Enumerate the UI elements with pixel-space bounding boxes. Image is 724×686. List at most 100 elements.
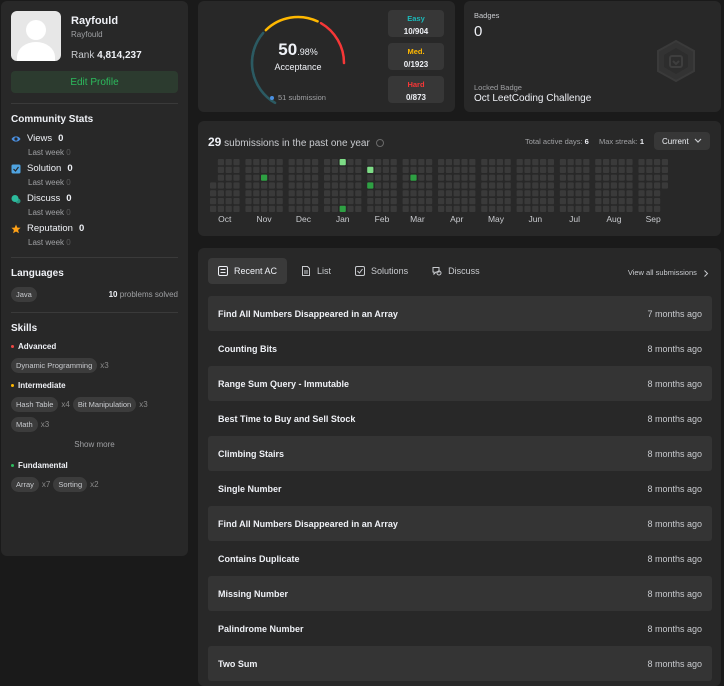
heatmap-cell[interactable] (375, 198, 382, 205)
heatmap-cell[interactable] (233, 159, 240, 166)
heatmap-cell[interactable] (331, 205, 338, 212)
heatmap-cell[interactable] (410, 198, 417, 205)
heatmap-cell[interactable] (355, 198, 362, 205)
skill-tag[interactable]: Bit Manipulation (72, 397, 137, 412)
heatmap-cell[interactable] (347, 198, 354, 205)
heatmap-cell[interactable] (469, 190, 476, 197)
heatmap-cell[interactable] (583, 190, 590, 197)
heatmap-cell[interactable] (618, 166, 625, 173)
heatmap-cell[interactable] (575, 174, 582, 181)
heatmap-cell[interactable] (540, 182, 547, 189)
heatmap-cell[interactable] (618, 190, 625, 197)
heatmap-cell[interactable] (347, 205, 354, 212)
problem-title[interactable]: Range Sum Query - Immutable (218, 379, 349, 389)
heatmap-cell[interactable] (575, 198, 582, 205)
heatmap-cell[interactable] (324, 166, 331, 173)
heatmap-cell[interactable] (225, 198, 232, 205)
heatmap-cell[interactable] (626, 159, 633, 166)
heatmap-cell[interactable] (496, 159, 503, 166)
heatmap-cell[interactable] (296, 190, 303, 197)
heatmap-cell[interactable] (583, 159, 590, 166)
heatmap-cell[interactable] (288, 166, 295, 173)
heatmap-cell[interactable] (312, 190, 319, 197)
heatmap-cell[interactable] (261, 159, 268, 166)
heatmap-cell[interactable] (410, 159, 417, 166)
heatmap-cell[interactable] (453, 166, 460, 173)
problem-title[interactable]: Best Time to Buy and Sell Stock (218, 414, 355, 424)
heatmap-cell[interactable] (324, 174, 331, 181)
heatmap-cell[interactable] (355, 166, 362, 173)
heatmap-cell[interactable] (296, 166, 303, 173)
heatmap-cell[interactable] (268, 182, 275, 189)
info-icon[interactable] (375, 139, 384, 148)
heatmap-cell[interactable] (547, 174, 554, 181)
heatmap-cell[interactable] (453, 205, 460, 212)
heatmap-cell[interactable] (524, 174, 531, 181)
heatmap-cell[interactable] (375, 205, 382, 212)
heatmap-cell[interactable] (496, 190, 503, 197)
heatmap-cell[interactable] (418, 159, 425, 166)
heatmap-cell[interactable] (496, 198, 503, 205)
heatmap-cell[interactable] (438, 182, 445, 189)
heatmap-cell[interactable] (382, 205, 389, 212)
heatmap-cell[interactable] (367, 174, 374, 181)
heatmap-cell[interactable] (261, 166, 268, 173)
heatmap-cell[interactable] (225, 190, 232, 197)
heatmap-cell[interactable] (532, 182, 539, 189)
heatmap-cell[interactable] (595, 174, 602, 181)
heatmap-cell[interactable] (496, 166, 503, 173)
skill-tag[interactable]: Array (11, 477, 39, 492)
heatmap-cell[interactable] (532, 166, 539, 173)
heatmap-cell[interactable] (516, 198, 523, 205)
heatmap-cell[interactable] (626, 182, 633, 189)
heatmap-cell[interactable] (516, 174, 523, 181)
heatmap-cell[interactable] (296, 205, 303, 212)
heatmap-cell[interactable] (610, 174, 617, 181)
heatmap-cell[interactable] (618, 159, 625, 166)
heatmap-cell[interactable] (575, 190, 582, 197)
heatmap-cell[interactable] (245, 205, 252, 212)
heatmap-cell[interactable] (661, 166, 668, 173)
heatmap-cell[interactable] (626, 198, 633, 205)
heatmap-cell[interactable] (210, 190, 217, 197)
heatmap-cell[interactable] (225, 174, 232, 181)
heatmap-cell[interactable] (233, 190, 240, 197)
heatmap-cell[interactable] (618, 205, 625, 212)
heatmap-cell[interactable] (268, 190, 275, 197)
heatmap-cell[interactable] (402, 198, 409, 205)
heatmap-cell[interactable] (547, 166, 554, 173)
heatmap-cell[interactable] (532, 198, 539, 205)
tab-recent-ac[interactable]: Recent AC (208, 258, 288, 284)
heatmap-cell[interactable] (296, 159, 303, 166)
heatmap-cell[interactable] (438, 205, 445, 212)
tab-solutions[interactable]: Solutions (345, 258, 418, 284)
heatmap-cell[interactable] (233, 166, 240, 173)
heatmap-cell[interactable] (268, 205, 275, 212)
heatmap-cell[interactable] (367, 205, 374, 212)
heatmap-cell[interactable] (524, 198, 531, 205)
heatmap-cell[interactable] (426, 205, 433, 212)
heatmap-cell[interactable] (233, 174, 240, 181)
heatmap-cell[interactable] (402, 205, 409, 212)
heatmap-cell[interactable] (654, 198, 661, 205)
heatmap-cell[interactable] (524, 190, 531, 197)
heatmap-cell[interactable] (390, 174, 397, 181)
heatmap-cell[interactable] (245, 198, 252, 205)
heatmap-cell[interactable] (481, 190, 488, 197)
heatmap-cell[interactable] (296, 182, 303, 189)
recent-submission-row[interactable]: Best Time to Buy and Sell Stock 8 months… (208, 401, 712, 436)
heatmap-cell[interactable] (559, 159, 566, 166)
heatmap-cell[interactable] (261, 182, 268, 189)
heatmap-cell[interactable] (245, 182, 252, 189)
problem-title[interactable]: Counting Bits (218, 344, 277, 354)
heatmap-cell[interactable] (426, 159, 433, 166)
heatmap-cell[interactable] (547, 198, 554, 205)
heatmap-cell[interactable] (331, 182, 338, 189)
problem-title[interactable]: Single Number (218, 484, 282, 494)
heatmap-cell[interactable] (288, 159, 295, 166)
heatmap-cell[interactable] (347, 190, 354, 197)
heatmap-cell[interactable] (661, 159, 668, 166)
heatmap-cell[interactable] (324, 182, 331, 189)
heatmap-cell[interactable] (481, 174, 488, 181)
heatmap-cell[interactable] (540, 159, 547, 166)
